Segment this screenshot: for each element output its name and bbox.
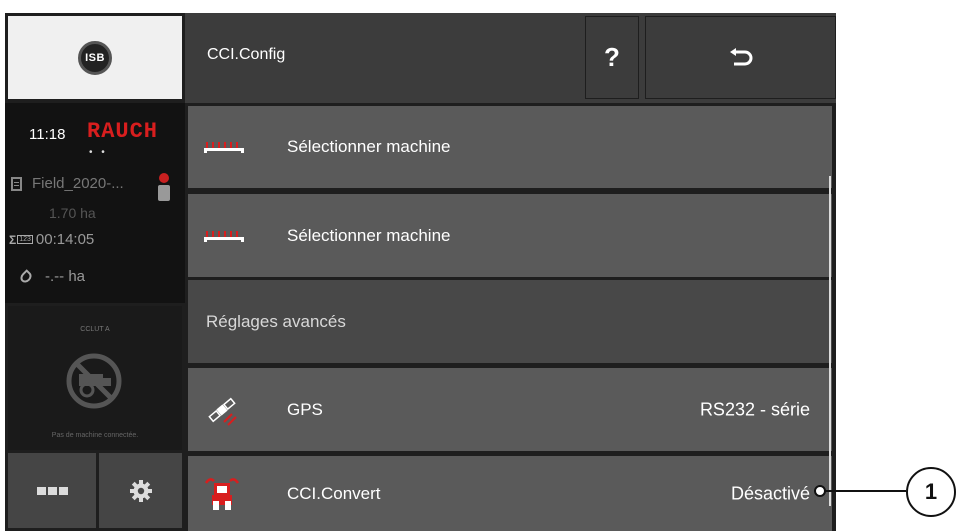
help-button[interactable]: ? <box>585 16 639 99</box>
counter-time: 00:14:05 <box>35 231 95 248</box>
callout-number: 1 <box>906 467 956 517</box>
counter-icon: 123 <box>17 235 33 244</box>
settings-button[interactable] <box>99 453 182 528</box>
list-item-value: Désactivé <box>730 483 810 503</box>
list-item-label: Sélectionner machine <box>287 137 451 156</box>
apps-button[interactable] <box>8 453 96 528</box>
gear-icon <box>129 479 152 502</box>
machine-panel-title: CCLUT A <box>80 326 110 333</box>
list-item-label: CCI.Convert <box>287 483 381 503</box>
farmer-icon <box>157 173 171 203</box>
list-item-select-machine-1[interactable]: Sélectionner machine <box>188 106 832 188</box>
scrollbar[interactable] <box>829 176 831 506</box>
machine-panel-caption: Pas de machine connectée. <box>51 432 139 439</box>
satellite-icon <box>208 397 237 426</box>
list-item-gps[interactable]: GPS RS232 - série <box>188 368 832 451</box>
terminal-frame: ISB 11:18 RAUCH • • Field_2020-... 1.70 … <box>5 13 836 531</box>
list-item-cci-convert[interactable]: CCI.Convert Désactivé <box>188 456 832 531</box>
section-label: Réglages avancés <box>206 311 346 331</box>
tractor-convert-icon <box>204 477 240 510</box>
page-dots: • • <box>89 147 108 158</box>
isb-button[interactable]: ISB <box>8 16 182 99</box>
implement-icon <box>204 142 244 153</box>
clock: 11:18 <box>29 126 66 143</box>
worked-area: -.-- ha <box>45 268 86 285</box>
field-name-row: Field_2020-... <box>11 175 124 192</box>
sigma-icon: Σ <box>9 232 17 247</box>
list-item-label: Sélectionner machine <box>287 225 451 245</box>
total-counter-row: Σ 123 00:14:05 <box>9 231 94 248</box>
field-name: Field_2020-... <box>32 175 124 192</box>
isb-icon: ISB <box>78 40 112 75</box>
app-header: CCI.Config ? <box>185 13 836 103</box>
no-machine-icon <box>66 353 122 409</box>
list-item-label: GPS <box>287 399 323 419</box>
list-item-value: RS232 - série <box>699 399 810 419</box>
page-title: CCI.Config <box>207 46 286 63</box>
implement-icon <box>204 230 244 242</box>
settings-list: Sélectionner machine Sélectionner machin… <box>185 103 836 531</box>
callout-anchor-dot <box>814 485 826 497</box>
list-item-select-machine-2[interactable]: Sélectionner machine <box>188 194 832 277</box>
back-arrow-icon <box>729 47 752 65</box>
machine-panel[interactable]: CCLUT A Pas de machine connectée. <box>8 306 182 450</box>
worked-area-row: -.-- ha <box>18 268 86 285</box>
section-header-advanced-settings: Réglages avancés <box>188 280 832 363</box>
job-info-panel: 11:18 RAUCH • • Field_2020-... 1.70 ha Σ… <box>5 103 185 303</box>
callout-leader-line <box>818 490 906 492</box>
grid-icon <box>36 486 69 495</box>
back-button[interactable] <box>645 16 836 99</box>
document-icon <box>11 176 22 191</box>
field-area: 1.70 ha <box>49 205 96 221</box>
brand-logo: RAUCH <box>87 119 159 144</box>
left-sidebar: ISB 11:18 RAUCH • • Field_2020-... 1.70 … <box>5 13 185 531</box>
spread-icon <box>18 268 34 285</box>
